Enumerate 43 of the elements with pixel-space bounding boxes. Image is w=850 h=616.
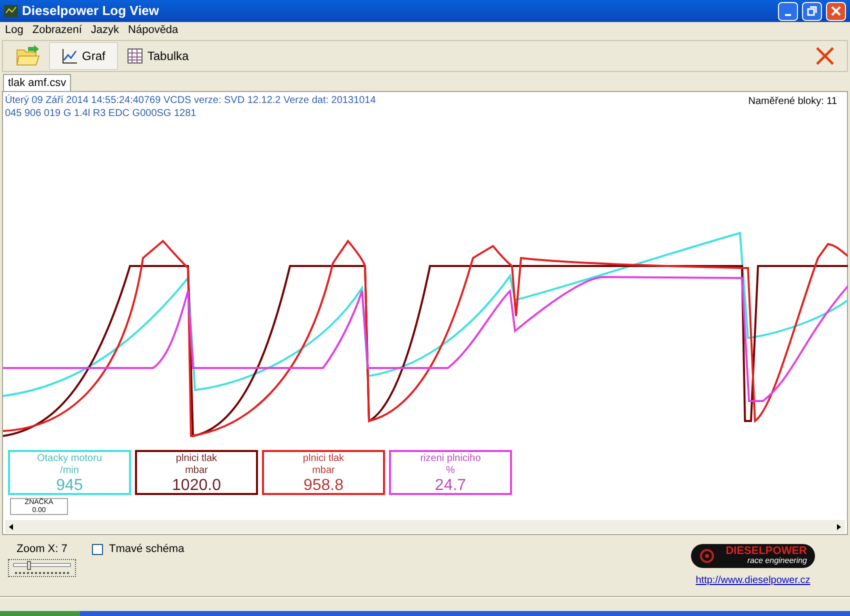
ecu-info: 045 906 019 G 1.4l R3 EDC G000SG 1281 bbox=[5, 107, 198, 120]
menu-item[interactable]: Log bbox=[5, 22, 24, 38]
window-title: Dieselpower Log View bbox=[22, 2, 160, 20]
close-button[interactable] bbox=[826, 2, 846, 20]
close-icon[interactable] bbox=[815, 47, 835, 65]
zoom-slider[interactable] bbox=[8, 558, 76, 576]
file-tab[interactable]: tlak amf.csv bbox=[3, 74, 72, 91]
log-header: Úterý 09 Září 2014 14:55:24:40769 VCDS verze: SVD 12.12.2 Verze dat: 20131014 bbox=[5, 94, 376, 107]
channel-name: Otacky motoru bbox=[36, 453, 102, 465]
block-count: Naměřené bloky: 11 bbox=[748, 95, 838, 109]
channel-value: 945 bbox=[56, 477, 83, 495]
channel-unit: mbar bbox=[312, 465, 335, 477]
menu-item[interactable]: Jazyk bbox=[90, 22, 120, 38]
channel-unit: % bbox=[446, 465, 455, 477]
channel-unit: /min bbox=[60, 465, 79, 477]
close-icon bbox=[831, 6, 841, 16]
restore-icon bbox=[807, 6, 817, 16]
horizontal-scrollbar[interactable] bbox=[5, 520, 845, 533]
channel-name: plnici tlak bbox=[176, 453, 218, 465]
channel-value: 1020.0 bbox=[172, 477, 221, 495]
view-tab[interactable]: Graf bbox=[49, 42, 118, 70]
channel-name: rizeni plniciho bbox=[420, 453, 481, 465]
view-tab[interactable]: Tabulka bbox=[122, 42, 194, 70]
checkbox-label: Tmavé schéma bbox=[109, 542, 184, 557]
open-folder-icon bbox=[16, 45, 40, 67]
table-icon bbox=[127, 48, 144, 64]
menu-item[interactable]: Nápověda bbox=[128, 22, 178, 38]
checkbox[interactable] bbox=[92, 544, 103, 555]
channel-value: 24.7 bbox=[434, 477, 466, 495]
channel-value: 958.8 bbox=[303, 477, 344, 495]
website-link[interactable]: http://www.dieselpower.cz bbox=[696, 573, 810, 588]
menu-item[interactable]: Zobrazení bbox=[32, 22, 82, 38]
app-icon bbox=[4, 4, 18, 18]
logo-name: DIESELPOWER bbox=[726, 546, 807, 556]
channel-name: plnici tlak bbox=[302, 453, 344, 465]
zoom-label: Zoom X: 7 bbox=[16, 542, 68, 557]
slider-thumb[interactable] bbox=[27, 560, 31, 570]
channel-unit: mbar bbox=[185, 465, 208, 477]
restore-button[interactable] bbox=[802, 2, 822, 20]
logo-tagline: race engineering bbox=[747, 556, 807, 566]
chart-icon bbox=[62, 48, 78, 64]
minimize-button[interactable] bbox=[778, 2, 798, 20]
turbo-icon bbox=[699, 548, 715, 564]
